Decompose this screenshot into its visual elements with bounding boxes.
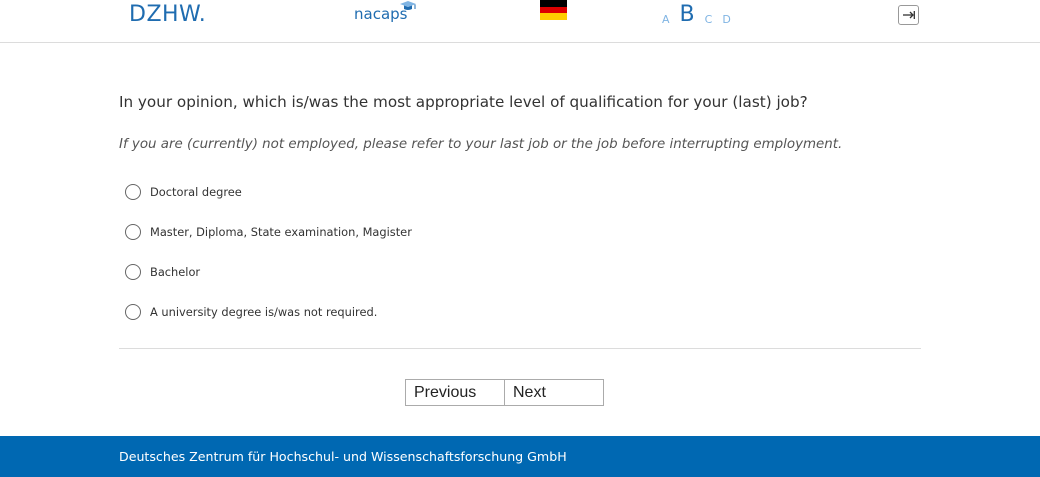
font-size-d[interactable]: D bbox=[722, 13, 730, 26]
option-doctoral-degree[interactable]: Doctoral degree bbox=[125, 183, 242, 201]
flag-stripe-gold bbox=[540, 13, 567, 21]
question-instruction: If you are (currently) not employed, ple… bbox=[119, 137, 843, 152]
option-master-diploma[interactable]: Master, Diploma, State examination, Magi… bbox=[125, 223, 412, 241]
footer-text: Deutsches Zentrum für Hochschul- und Wis… bbox=[119, 449, 567, 464]
radio-button[interactable] bbox=[125, 224, 141, 240]
logout-icon bbox=[903, 11, 915, 19]
previous-button[interactable]: Previous bbox=[405, 379, 505, 406]
radio-button[interactable] bbox=[125, 304, 141, 320]
option-label: A university degree is/was not required. bbox=[150, 305, 378, 319]
dzhw-logo[interactable]: DZHW. bbox=[129, 2, 206, 27]
option-bachelor[interactable]: Bachelor bbox=[125, 263, 200, 281]
font-size-selector: A B C D bbox=[662, 2, 731, 27]
font-size-c[interactable]: C bbox=[705, 13, 713, 26]
flag-stripe-red bbox=[540, 6, 567, 14]
navigation-buttons: Previous Next bbox=[405, 379, 604, 406]
next-button[interactable]: Next bbox=[505, 379, 604, 406]
option-not-required[interactable]: A university degree is/was not required. bbox=[125, 303, 377, 321]
option-label: Bachelor bbox=[150, 265, 201, 279]
nacaps-logo[interactable]: nacaps bbox=[354, 1, 416, 23]
divider bbox=[119, 348, 921, 349]
graduation-cap-icon bbox=[400, 1, 416, 10]
german-flag-icon[interactable] bbox=[540, 0, 567, 21]
footer: Deutsches Zentrum für Hochschul- und Wis… bbox=[0, 436, 1040, 477]
flag-stripe-black bbox=[540, 0, 567, 7]
font-size-a[interactable]: A bbox=[662, 13, 670, 26]
option-label: Master, Diploma, State examination, Magi… bbox=[150, 225, 412, 239]
radio-button[interactable] bbox=[125, 184, 141, 200]
logout-button[interactable] bbox=[898, 5, 919, 25]
question-text: In your opinion, which is/was the most a… bbox=[119, 93, 808, 111]
font-size-b[interactable]: B bbox=[680, 4, 695, 26]
option-label: Doctoral degree bbox=[150, 185, 242, 199]
radio-button[interactable] bbox=[125, 264, 141, 280]
header: DZHW. nacaps A B C D bbox=[0, 0, 1040, 43]
